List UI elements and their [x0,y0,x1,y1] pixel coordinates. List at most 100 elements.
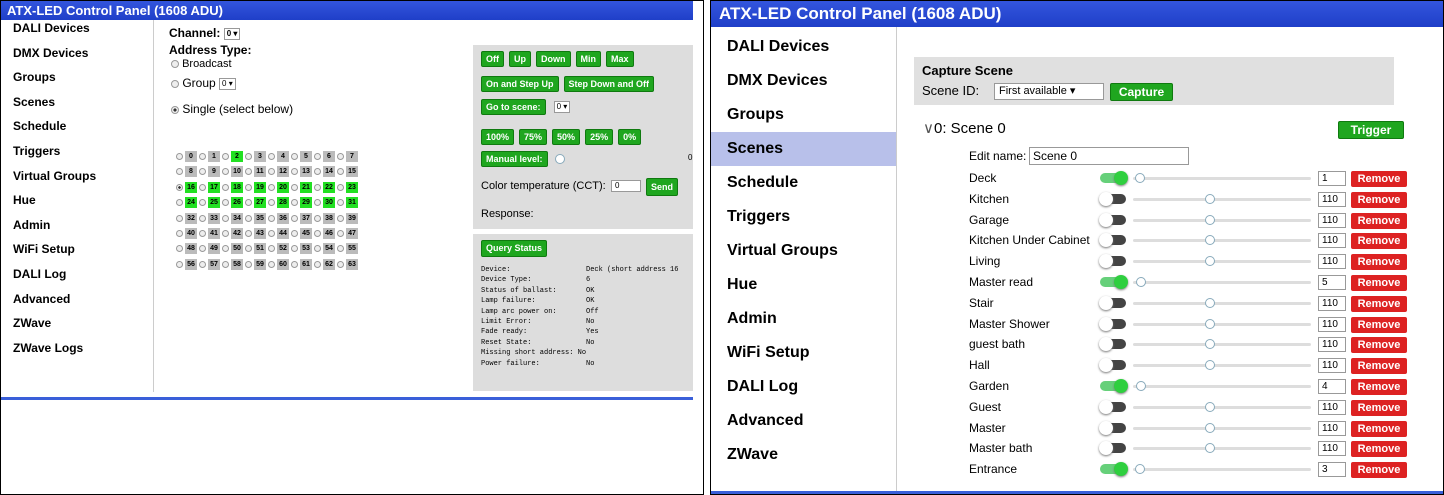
device-level-knob[interactable] [1205,339,1216,350]
device-toggle[interactable] [1099,295,1129,310]
nav-zwave-logs[interactable]: ZWave Logs [1,336,153,361]
device-level-slider[interactable] [1133,464,1311,475]
address-radio[interactable] [337,153,344,160]
device-level-input[interactable]: 110 [1318,358,1346,374]
nav-advanced[interactable]: Advanced [711,404,896,438]
device-level-input[interactable]: 110 [1318,295,1346,311]
device-level-input[interactable]: 110 [1318,441,1346,457]
address-cell[interactable]: 27 [245,197,267,209]
address-radio[interactable] [176,199,183,207]
device-level-knob[interactable] [1205,360,1216,371]
device-level-slider[interactable] [1133,297,1311,308]
address-cell[interactable]: 6 [314,151,336,162]
address-cell[interactable]: 54 [314,243,336,255]
step-down-and-off-button[interactable]: Step Down and Off [563,76,654,92]
address-radio[interactable] [176,245,183,253]
nav-virtual-groups[interactable]: Virtual Groups [711,234,896,268]
remove-button[interactable]: Remove [1351,191,1407,208]
off-button[interactable]: Off [481,51,504,67]
device-toggle[interactable] [1099,337,1129,352]
0-percent-button[interactable]: 0% [618,129,642,145]
address-radio[interactable] [291,153,298,160]
device-toggle[interactable] [1099,420,1129,435]
device-toggle[interactable] [1099,441,1129,456]
address-cell[interactable]: 22 [314,181,336,193]
address-cell[interactable]: 42 [222,228,244,239]
address-cell[interactable]: 12 [268,166,290,178]
address-cell[interactable]: 37 [291,212,313,224]
address-cell[interactable]: 15 [337,166,359,178]
nav-groups[interactable]: Groups [711,98,896,132]
address-radio[interactable] [199,214,206,222]
address-radio[interactable] [245,168,252,176]
device-level-slider[interactable] [1133,422,1311,433]
min-button[interactable]: Min [575,51,601,67]
device-level-knob[interactable] [1205,401,1216,412]
address-cell[interactable]: 23 [337,181,359,193]
address-cell[interactable]: 9 [199,166,221,178]
address-cell[interactable]: 33 [199,212,221,224]
device-level-input[interactable]: 5 [1318,275,1346,290]
nav-triggers[interactable]: Triggers [1,139,153,164]
remove-button[interactable]: Remove [1351,212,1407,229]
address-cell[interactable]: 18 [222,181,244,193]
device-level-knob[interactable] [1136,277,1147,287]
device-toggle[interactable] [1099,399,1129,414]
device-level-knob[interactable] [1205,318,1216,329]
nav-advanced[interactable]: Advanced [1,287,153,312]
capture-button[interactable]: Capture [1110,83,1173,101]
nav-zwave[interactable]: ZWave [1,311,153,336]
address-cell[interactable]: 38 [314,212,336,224]
address-radio[interactable] [199,230,206,237]
address-radio[interactable] [176,183,183,191]
device-level-input[interactable]: 110 [1318,337,1346,353]
address-cell[interactable]: 50 [222,243,244,255]
device-level-knob[interactable] [1205,256,1216,267]
nav-wifi-setup[interactable]: WiFi Setup [711,336,896,370]
remove-button[interactable]: Remove [1351,420,1407,437]
50-percent-button[interactable]: 50% [552,129,581,145]
address-cell[interactable]: 40 [176,228,198,239]
address-radio[interactable] [314,199,321,207]
address-radio[interactable] [314,183,321,191]
remove-button[interactable]: Remove [1351,441,1407,458]
address-radio[interactable] [268,168,275,176]
manual-level-slider[interactable] [555,154,687,164]
device-level-input[interactable]: 110 [1318,420,1346,436]
single-radio[interactable] [171,105,179,114]
device-level-input[interactable]: 110 [1318,191,1346,207]
device-level-slider[interactable] [1133,193,1311,204]
device-level-knob[interactable] [1135,381,1146,391]
address-cell[interactable]: 46 [314,228,336,239]
device-level-slider[interactable] [1133,318,1311,329]
cct-input[interactable]: 0 [611,180,641,192]
address-radio[interactable] [199,168,206,176]
address-radio[interactable] [268,183,275,191]
address-cell[interactable]: 0 [176,151,198,162]
on-and-step-up-button[interactable]: On and Step Up [481,76,559,92]
address-radio[interactable] [337,245,344,253]
address-cell[interactable]: 32 [176,212,198,224]
address-radio[interactable] [314,214,321,222]
device-level-input[interactable]: 1 [1318,171,1346,186]
scene-select[interactable]: 0 ▾ [553,101,571,114]
address-cell[interactable]: 49 [199,243,221,255]
address-radio[interactable] [222,168,229,176]
address-cell[interactable]: 63 [337,258,359,270]
address-radio[interactable] [222,260,229,268]
address-cell[interactable]: 39 [337,212,359,224]
device-level-knob[interactable] [1205,214,1216,225]
device-toggle[interactable] [1099,316,1129,331]
up-button[interactable]: Up [509,51,531,67]
nav-virtual-groups[interactable]: Virtual Groups [1,164,153,189]
address-cell[interactable]: 53 [291,243,313,255]
device-level-knob[interactable] [1134,464,1145,475]
channel-select[interactable]: 0 ▾ [223,27,241,40]
device-toggle[interactable] [1099,275,1129,289]
address-radio[interactable] [222,214,229,222]
nav-dmx-devices[interactable]: DMX Devices [1,41,153,66]
address-radio[interactable] [337,214,344,222]
nav-groups[interactable]: Groups [1,65,153,90]
address-radio[interactable] [199,183,206,191]
address-radio[interactable] [291,260,298,268]
